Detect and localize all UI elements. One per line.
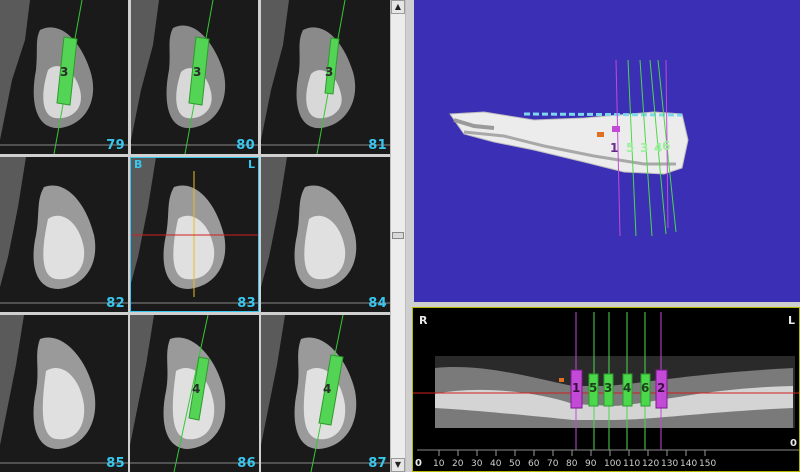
ruler-left-end: 0	[415, 458, 422, 469]
ruler-tick-label: 70	[547, 459, 559, 469]
ruler-tick-label: 80	[566, 459, 578, 469]
ruler-right-end: 0	[790, 438, 797, 449]
pano-implant-label-5: 5	[589, 381, 597, 395]
slice-image: 3	[0, 0, 128, 154]
pano-implant-label-4: 4	[623, 381, 631, 395]
ruler-tick-label: 150	[699, 459, 716, 469]
slice-number: 83	[237, 296, 256, 311]
slice-number: 80	[236, 138, 255, 153]
pano-implant-label-6: 6	[641, 381, 649, 395]
pano-implant-label-1: 1	[572, 381, 580, 395]
ruler-tick-label: 130	[661, 459, 678, 469]
pano-implant-label-3: 3	[604, 381, 612, 395]
ruler-tick-label: 60	[528, 459, 540, 469]
cross-section-84[interactable]: 84	[261, 157, 390, 312]
cross-section-82[interactable]: 82	[0, 157, 128, 312]
panoramic-view[interactable]: R L 1 5 3 4 6 2 10 20 30 40 50 60 70 80 90 100 110…	[412, 307, 800, 472]
slice-image	[261, 157, 390, 312]
cross-section-83[interactable]: B L 83	[130, 157, 259, 312]
slice-number: 79	[106, 138, 125, 153]
corner-label-left: B	[134, 158, 143, 171]
3d-view[interactable]: 1 5 3 4 6	[414, 0, 800, 302]
3d-mandible-render: 1 5 3 4 6	[449, 59, 689, 237]
ruler-tick-label: 120	[642, 459, 659, 469]
ruler-tick-label: 20	[452, 459, 464, 469]
scroll-thumb[interactable]	[392, 232, 404, 239]
slice-number: 81	[368, 138, 387, 153]
ruler-tick-label: 40	[490, 459, 502, 469]
cross-section-81[interactable]: 3 81	[261, 0, 390, 154]
ruler-tick-label: 10	[433, 459, 445, 469]
slice-image: 3	[131, 0, 258, 154]
cross-section-79[interactable]: 3 79	[0, 0, 128, 154]
corner-label-right: L	[247, 158, 255, 171]
implant-label: 4	[192, 382, 200, 396]
slice-image: 4	[130, 315, 259, 472]
ruler-tick-label: 30	[471, 459, 483, 469]
ruler-tick-label: 90	[585, 459, 597, 469]
slice-number: 84	[368, 296, 387, 311]
panoramic-image: 1 5 3 4 6 2 10 20 30 40 50 60 70 80 90 100 110 120 1…	[413, 312, 799, 469]
ruler-tick-label: 110	[623, 459, 640, 469]
scroll-down-icon[interactable]: ▼	[391, 458, 405, 472]
implant-label: 4	[323, 382, 331, 396]
slice-number: 82	[106, 296, 125, 311]
pano-implant-label-2: 2	[657, 381, 665, 395]
implant-label: 3	[325, 65, 333, 79]
3d-implant-label-3: 3	[640, 141, 648, 155]
slice-image	[130, 157, 259, 312]
cross-section-grid: 3 79 3 80 3 81 82 B L 83 84 85 4 86 4 87	[0, 0, 390, 472]
scroll-up-icon[interactable]: ▲	[391, 0, 405, 14]
ruler-tick-label: 140	[680, 459, 697, 469]
vertical-scrollbar[interactable]: ▲ ▼	[390, 0, 406, 472]
implant-label: 3	[60, 65, 68, 79]
cross-section-87[interactable]: 4 87	[261, 315, 390, 472]
ruler-ticks: 10 20 30 40 50 60 70 80 90 100 110 120 130 140 150	[433, 450, 716, 469]
slice-number: 87	[368, 456, 387, 471]
ruler-tick-label: 50	[509, 459, 521, 469]
cross-section-86[interactable]: 4 86	[130, 315, 259, 472]
slice-image	[0, 315, 128, 472]
slice-image	[0, 157, 128, 312]
cross-section-85[interactable]: 85	[0, 315, 128, 472]
3d-implant-label-5: 5	[626, 141, 634, 155]
implant-label: 3	[193, 65, 201, 79]
slice-number: 86	[237, 456, 256, 471]
slice-number: 85	[106, 456, 125, 471]
3d-implant-label-6: 6	[662, 139, 670, 153]
3d-implant-label-1: 1	[610, 141, 618, 155]
slice-image: 3	[261, 0, 390, 154]
cross-section-80[interactable]: 3 80	[131, 0, 258, 154]
ruler-tick-label: 100	[604, 459, 621, 469]
slice-image: 4	[261, 315, 390, 472]
